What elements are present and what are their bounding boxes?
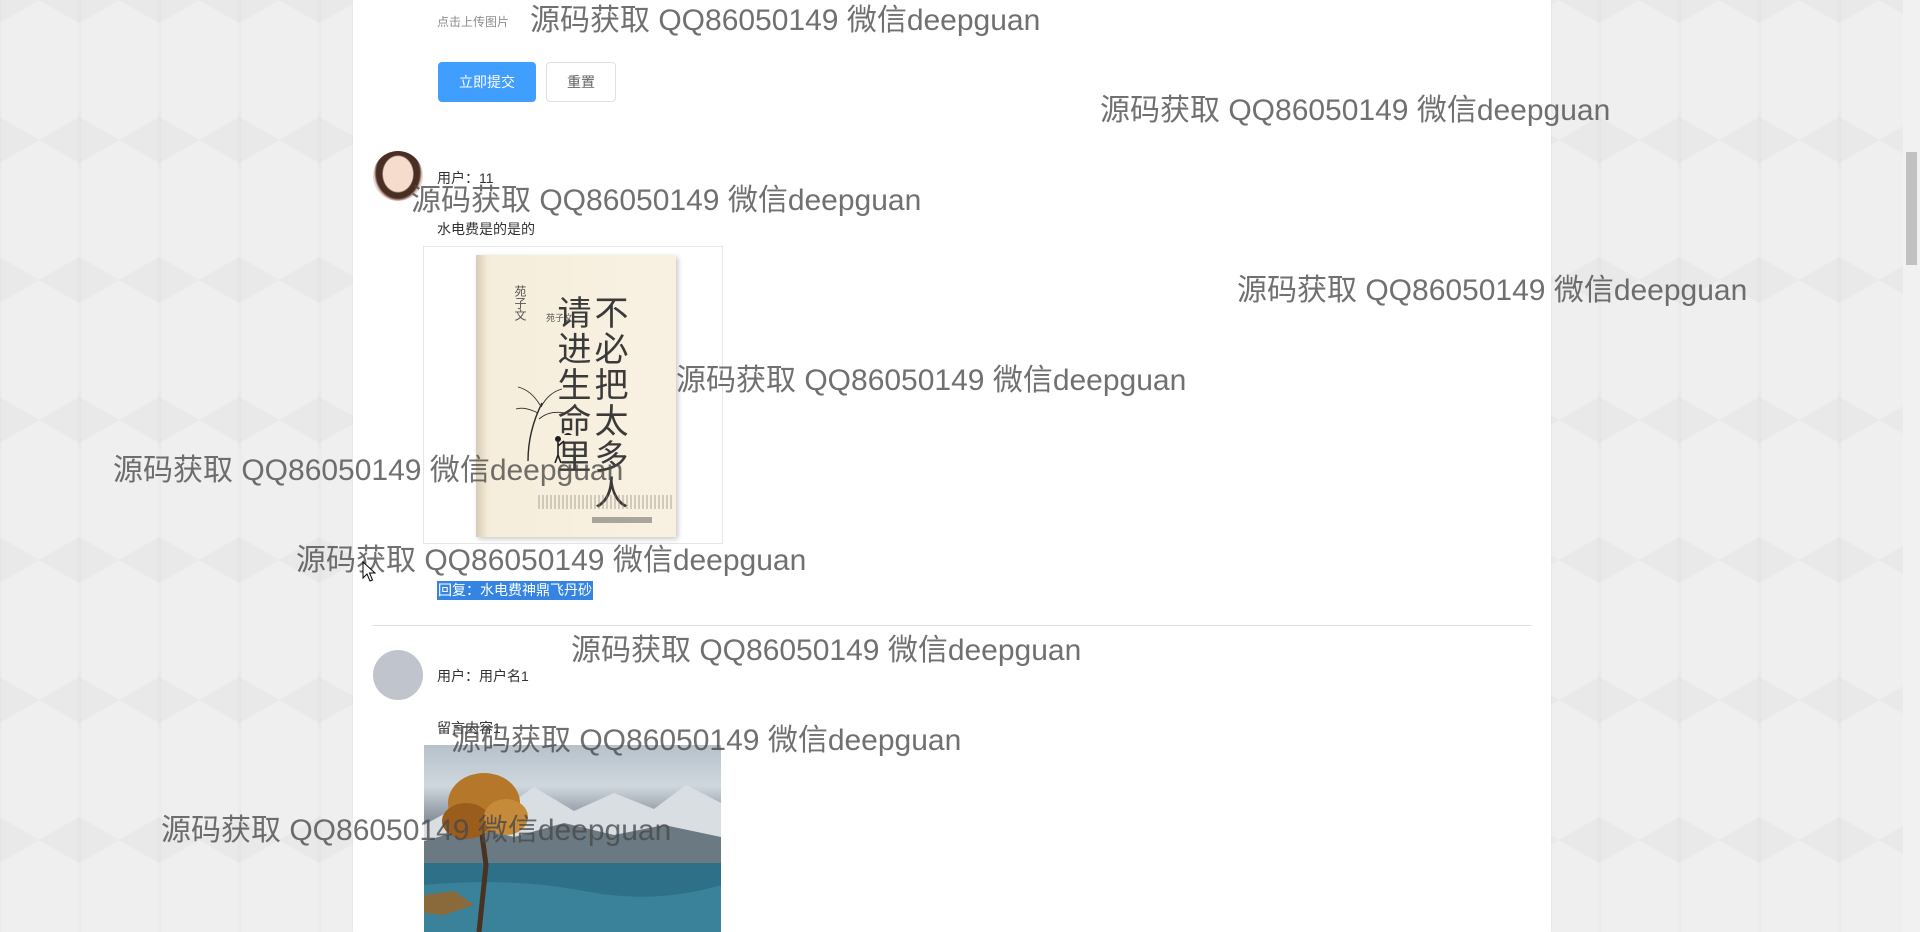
book-cover: 苑子文 苑子文 不必把太多人请进生命里	[476, 255, 676, 537]
book-author-vertical: 苑子文	[513, 285, 527, 321]
book-publisher	[592, 517, 652, 523]
tree-illustration	[515, 386, 572, 463]
comment-content: 水电费是的是的	[437, 221, 535, 237]
landscape-illustration	[424, 773, 721, 932]
comment-image[interactable]	[424, 745, 721, 932]
avatar	[373, 151, 423, 201]
upload-hint[interactable]: 点击上传图片	[437, 13, 509, 30]
comment-user: 用户：用户名1	[437, 668, 529, 684]
comment-image[interactable]: 苑子文 苑子文 不必把太多人请进生命里	[423, 246, 723, 544]
avatar	[373, 650, 423, 700]
book-spine	[476, 255, 486, 537]
submit-button[interactable]: 立即提交	[438, 62, 536, 102]
scrollbar-track[interactable]	[1903, 0, 1920, 932]
comment-divider	[373, 625, 1531, 626]
book-blurb	[538, 495, 672, 509]
comment-user: 用户：11	[437, 170, 494, 186]
mouse-cursor-icon	[362, 561, 376, 582]
comment-content: 留言内容1	[437, 720, 501, 736]
scrollbar-thumb[interactable]	[1906, 152, 1917, 265]
reset-button[interactable]: 重置	[546, 62, 616, 102]
comment-reply: 回复：水电费神鼎飞丹砂	[437, 581, 593, 600]
